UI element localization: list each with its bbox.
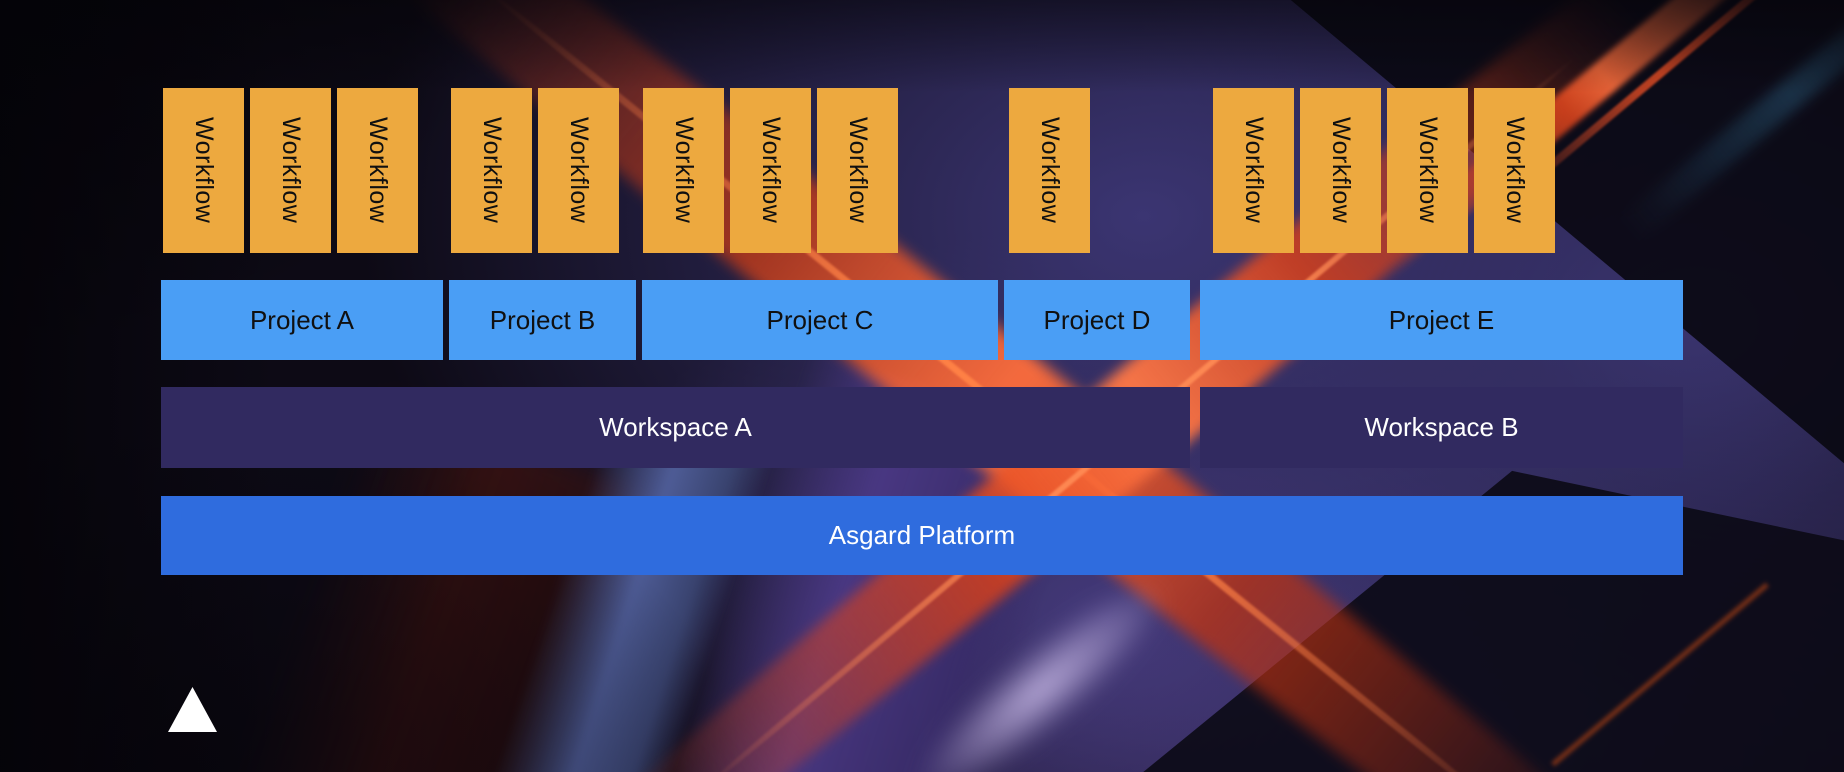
workflow-label: Workflow [669,117,698,223]
project-d-box: Project D [1004,280,1190,360]
workflow-label: Workflow [1035,117,1064,223]
platform-stack-diagram: WorkflowWorkflowWorkflow WorkflowWorkflo… [0,0,1844,772]
workspace-a-box: Workspace A [161,387,1190,468]
workflow-box: Workflow [730,88,811,253]
workflow-group-project-a: Workflow Workflow Workflow [163,88,418,253]
workflow-box: Workflow [643,88,724,253]
workflow-box: Workflow [817,88,898,253]
workspace-b-box: Workspace B [1200,387,1683,468]
workflow-label: Workflow [1500,117,1529,223]
workflow-box: Workflow [163,88,244,253]
project-e-label: Project E [1389,305,1495,336]
workflow-label: Workflow [363,117,392,223]
asgard-architecture-diagram: WorkflowWorkflowWorkflow WorkflowWorkflo… [0,0,1844,772]
workflow-label: Workflow [189,117,218,223]
workspace-a-label: Workspace A [599,412,752,443]
workflow-group-project-e: Workflow Workflow Workflow Workflow [1213,88,1555,253]
workflow-label: Workflow [1413,117,1442,223]
project-c-label: Project C [767,305,874,336]
workflow-box: Workflow [337,88,418,253]
workflow-group-project-c: Workflow Workflow Workflow [643,88,898,253]
workflow-box: Workflow [1213,88,1294,253]
workflow-box: Workflow [451,88,532,253]
workflow-label: Workflow [1326,117,1355,223]
project-a-box: Project A [161,280,443,360]
workflow-box: Workflow [538,88,619,253]
workflow-box: Workflow [1300,88,1381,253]
platform-box: Asgard Platform [161,496,1683,575]
project-e-box: Project E [1200,280,1683,360]
project-a-label: Project A [250,305,354,336]
workflow-label: Workflow [1239,117,1268,223]
workflow-group-project-d: Workflow [1009,88,1090,253]
workflow-label: Workflow [477,117,506,223]
platform-label: Asgard Platform [829,520,1015,551]
project-b-box: Project B [449,280,636,360]
workflow-box: Workflow [1009,88,1090,253]
workflow-label: Workflow [564,117,593,223]
project-c-box: Project C [642,280,998,360]
project-d-label: Project D [1044,305,1151,336]
workflow-group-project-b: Workflow Workflow [451,88,619,253]
workflow-box: Workflow [1474,88,1555,253]
workflow-label: Workflow [276,117,305,223]
project-b-label: Project B [490,305,596,336]
workflow-box: Workflow [1387,88,1468,253]
workspace-b-label: Workspace B [1364,412,1518,443]
workflow-box: Workflow [250,88,331,253]
workflow-label: Workflow [843,117,872,223]
workflow-label: Workflow [756,117,785,223]
